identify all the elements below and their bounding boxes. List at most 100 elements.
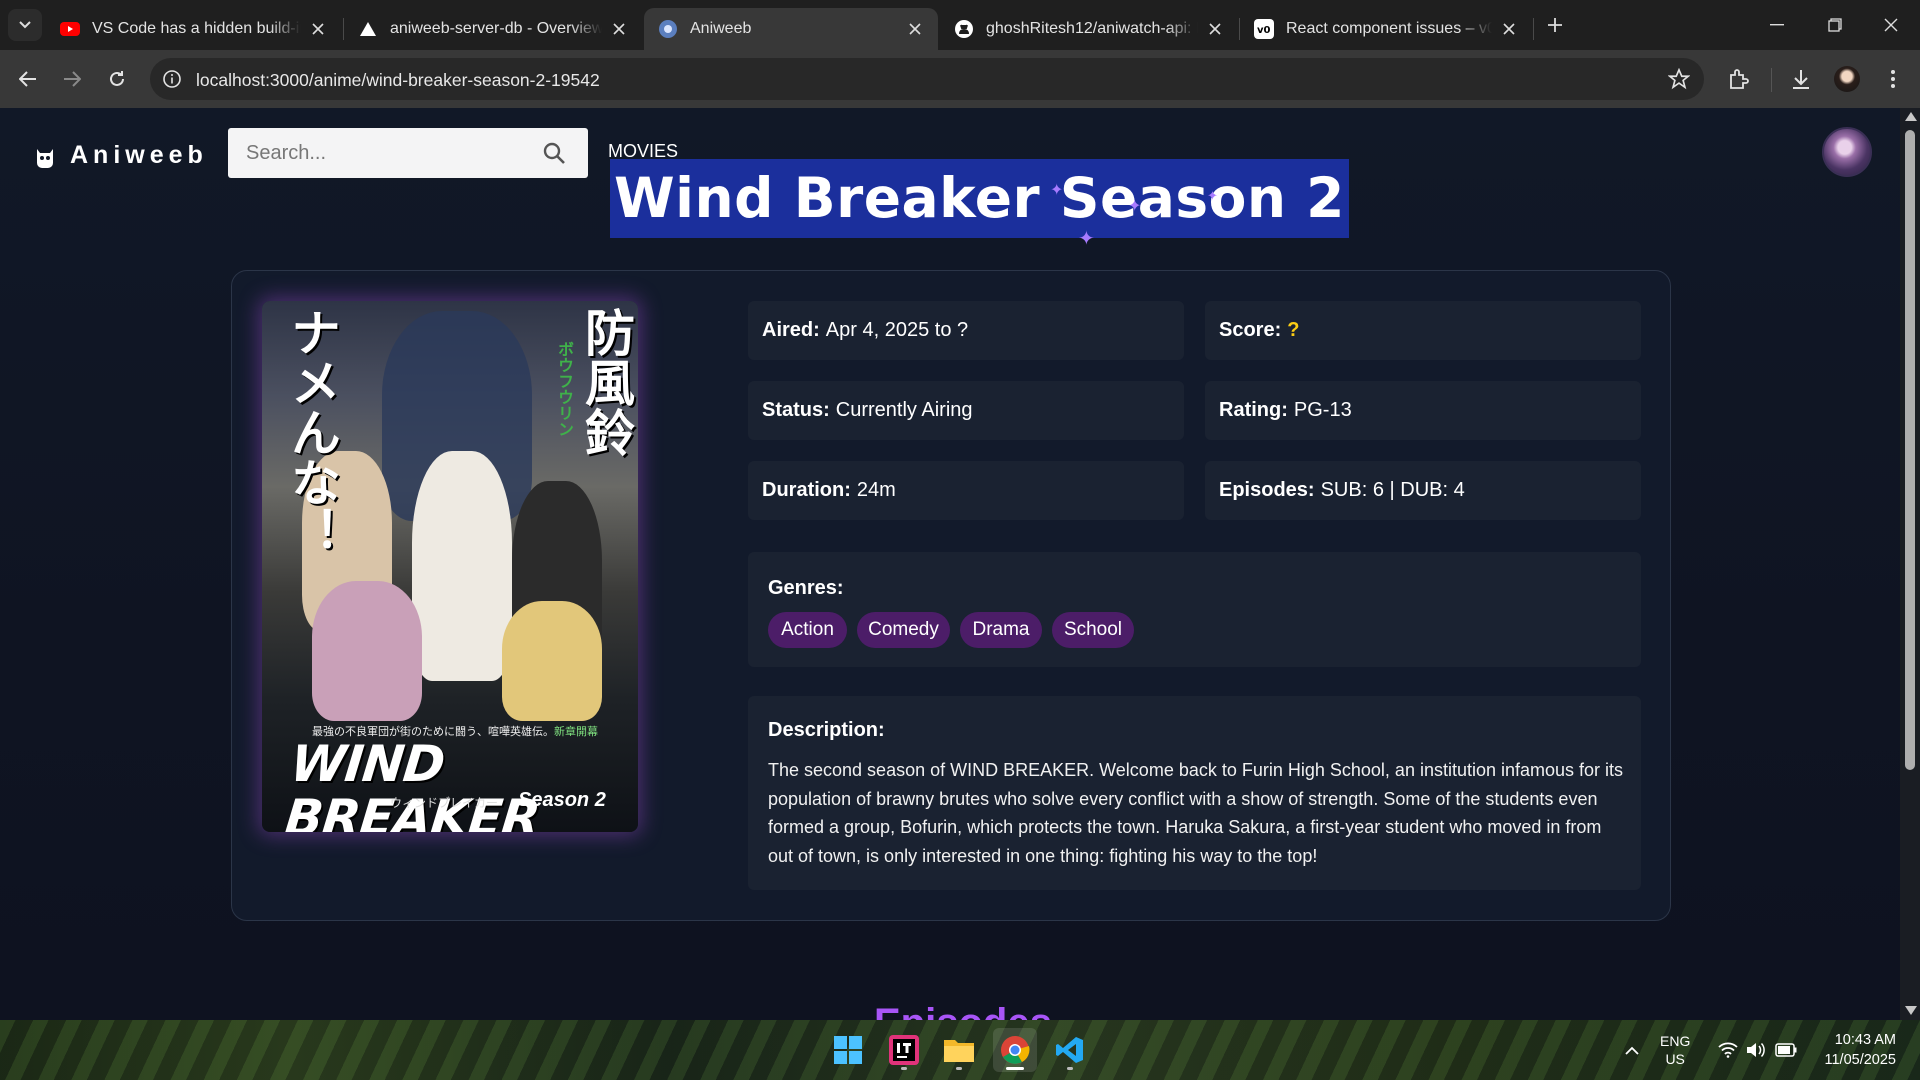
close-tab-icon[interactable] xyxy=(610,20,628,38)
poster-logo-kana: ウィンドブレイカー xyxy=(390,796,499,810)
url-text[interactable]: localhost:3000/anime/wind-breaker-season… xyxy=(196,70,600,91)
info-value: 24m xyxy=(856,479,896,501)
browser-tab-active[interactable]: Aniweeb xyxy=(644,8,938,50)
forward-button[interactable] xyxy=(56,63,88,95)
poster-japanese-title: 防風鈴 xyxy=(577,307,635,457)
info-value: Currently Airing xyxy=(835,399,973,421)
close-tab-icon[interactable] xyxy=(906,20,924,38)
genre-chip[interactable]: Comedy xyxy=(857,612,950,648)
file-explorer-icon[interactable] xyxy=(937,1028,981,1072)
downloads-icon[interactable] xyxy=(1788,66,1814,92)
genres-heading: Genres: xyxy=(768,577,844,599)
close-tab-icon[interactable] xyxy=(1500,20,1518,38)
genre-chip[interactable]: Action xyxy=(768,612,847,648)
battery-icon[interactable] xyxy=(1772,1020,1800,1080)
language-indicator[interactable]: ENG US xyxy=(1660,1032,1690,1068)
windows-start-icon[interactable] xyxy=(826,1028,870,1072)
site-logo[interactable]: Aniweeb xyxy=(34,141,208,170)
info-value: SUB: 6 | DUB: 4 xyxy=(1320,479,1465,501)
aniweeb-icon xyxy=(658,19,678,39)
show-hidden-icons-chevron-up-icon[interactable] xyxy=(1620,1020,1644,1080)
v0-icon: v0 xyxy=(1254,19,1274,39)
close-tab-icon[interactable] xyxy=(1206,20,1224,38)
address-bar[interactable]: localhost:3000/anime/wind-breaker-season… xyxy=(150,58,1704,100)
browser-tab[interactable]: ghoshRitesh12/aniwatch-api: N xyxy=(940,8,1238,50)
close-icon xyxy=(1884,18,1898,32)
info-label: Episodes: xyxy=(1219,479,1315,501)
volume-icon[interactable] xyxy=(1743,1020,1769,1080)
restore-icon xyxy=(1828,18,1842,32)
arrow-right-icon xyxy=(64,71,81,87)
user-avatar[interactable] xyxy=(1822,127,1872,177)
running-indicator xyxy=(901,1067,907,1070)
system-clock[interactable]: 10:43 AM 11/05/2025 xyxy=(1825,1030,1897,1070)
chrome-icon[interactable] xyxy=(993,1028,1037,1072)
search-icon[interactable] xyxy=(542,141,566,165)
tab-title: React component issues – v0 by xyxy=(1286,20,1492,37)
tab-search-dropdown-button[interactable] xyxy=(8,9,42,41)
anime-poster-image: ナメんな！ 防風鈴 ボウフウリン 最強の不良軍団が街のために闘う、喧嘩英雄伝。新… xyxy=(262,301,638,832)
vercel-icon xyxy=(358,19,378,39)
genre-chip[interactable]: Drama xyxy=(960,612,1042,648)
page-title: Wind Breaker Season 2 xyxy=(614,166,1345,230)
browser-tab[interactable]: VS Code has a hidden build-in l xyxy=(46,8,341,50)
sparkle-icon: ✦ xyxy=(1128,198,1142,215)
browser-tab[interactable]: aniweeb-server-db - Overview - xyxy=(344,8,642,50)
page-content: Aniweeb MOVIES Wind Breaker Season 2 ✦ ✦… xyxy=(0,108,1900,1020)
wifi-icon[interactable] xyxy=(1714,1020,1742,1080)
info-value: ? xyxy=(1287,319,1300,341)
genre-chip[interactable]: School xyxy=(1052,612,1134,648)
sparkle-icon: ✦ xyxy=(1207,188,1218,203)
description-section: Description: The second season of WIND B… xyxy=(748,696,1641,890)
browser-tab[interactable]: v0 React component issues – v0 by xyxy=(1240,8,1532,50)
browser-tab-strip: VS Code has a hidden build-in l aniweeb-… xyxy=(0,0,1920,50)
running-indicator xyxy=(1006,1067,1024,1070)
bookmark-star-icon[interactable] xyxy=(1668,68,1690,90)
description-text: The second season of WIND BREAKER. Welco… xyxy=(768,760,1624,866)
restore-button[interactable] xyxy=(1806,0,1864,50)
tab-title: Aniweeb xyxy=(690,20,752,37)
info-duration: Duration: 24m xyxy=(748,461,1184,520)
tab-title: ghoshRitesh12/aniwatch-api: N xyxy=(986,20,1198,37)
info-score: Score:? xyxy=(1205,301,1641,360)
poster-japanese-kana: ボウフウリン xyxy=(555,341,574,437)
logo-text: Aniweeb xyxy=(70,141,208,169)
menu-kebab-icon[interactable] xyxy=(1880,66,1906,92)
anime-details-card: ナメんな！ 防風鈴 ボウフウリン 最強の不良軍団が街のために闘う、喧嘩英雄伝。新… xyxy=(231,270,1671,921)
extensions-icon[interactable] xyxy=(1726,66,1752,92)
minimize-button[interactable] xyxy=(1748,0,1806,50)
scrollbar-thumb[interactable] xyxy=(1905,130,1915,770)
region-code: US xyxy=(1665,1051,1685,1067)
close-tab-icon[interactable] xyxy=(309,20,327,38)
title-selection-highlight: Wind Breaker Season 2 xyxy=(610,159,1349,238)
toolbar-divider xyxy=(1771,68,1772,92)
episodes-heading: Episodes xyxy=(874,1001,1052,1020)
plus-icon xyxy=(1548,18,1562,32)
scroll-down-arrow-icon[interactable] xyxy=(1905,1006,1917,1015)
page-scrollbar[interactable] xyxy=(1900,108,1920,1020)
search-input[interactable] xyxy=(228,128,538,178)
info-label: Aired: xyxy=(762,319,820,341)
intellij-icon[interactable] xyxy=(882,1028,926,1072)
minimize-icon xyxy=(1770,24,1784,26)
reload-button[interactable] xyxy=(101,63,133,95)
browser-toolbar: localhost:3000/anime/wind-breaker-season… xyxy=(0,50,1920,108)
new-tab-button[interactable] xyxy=(1539,11,1571,39)
info-status: Status: Currently Airing xyxy=(748,381,1184,440)
info-value: Apr 4, 2025 to ? xyxy=(825,319,969,341)
scroll-up-arrow-icon[interactable] xyxy=(1905,112,1917,121)
vscode-icon[interactable] xyxy=(1048,1028,1092,1072)
tab-divider xyxy=(1533,18,1534,40)
close-window-button[interactable] xyxy=(1862,0,1920,50)
windows-taskbar: ENG US 10:43 AM 11/05/2025 xyxy=(0,1020,1920,1080)
profile-avatar-icon[interactable] xyxy=(1834,66,1860,92)
tab-title: VS Code has a hidden build-in l xyxy=(92,20,301,37)
sparkle-icon: ✦ xyxy=(1050,182,1064,199)
site-info-icon[interactable] xyxy=(162,69,182,89)
back-button[interactable] xyxy=(12,63,44,95)
tab-title: aniweeb-server-db - Overview - xyxy=(390,20,602,37)
clock-date: 11/05/2025 xyxy=(1824,1052,1897,1068)
description-heading: Description: xyxy=(768,719,885,741)
sparkle-icon: ✦ xyxy=(1078,228,1095,250)
svg-text:v0: v0 xyxy=(1257,25,1271,36)
